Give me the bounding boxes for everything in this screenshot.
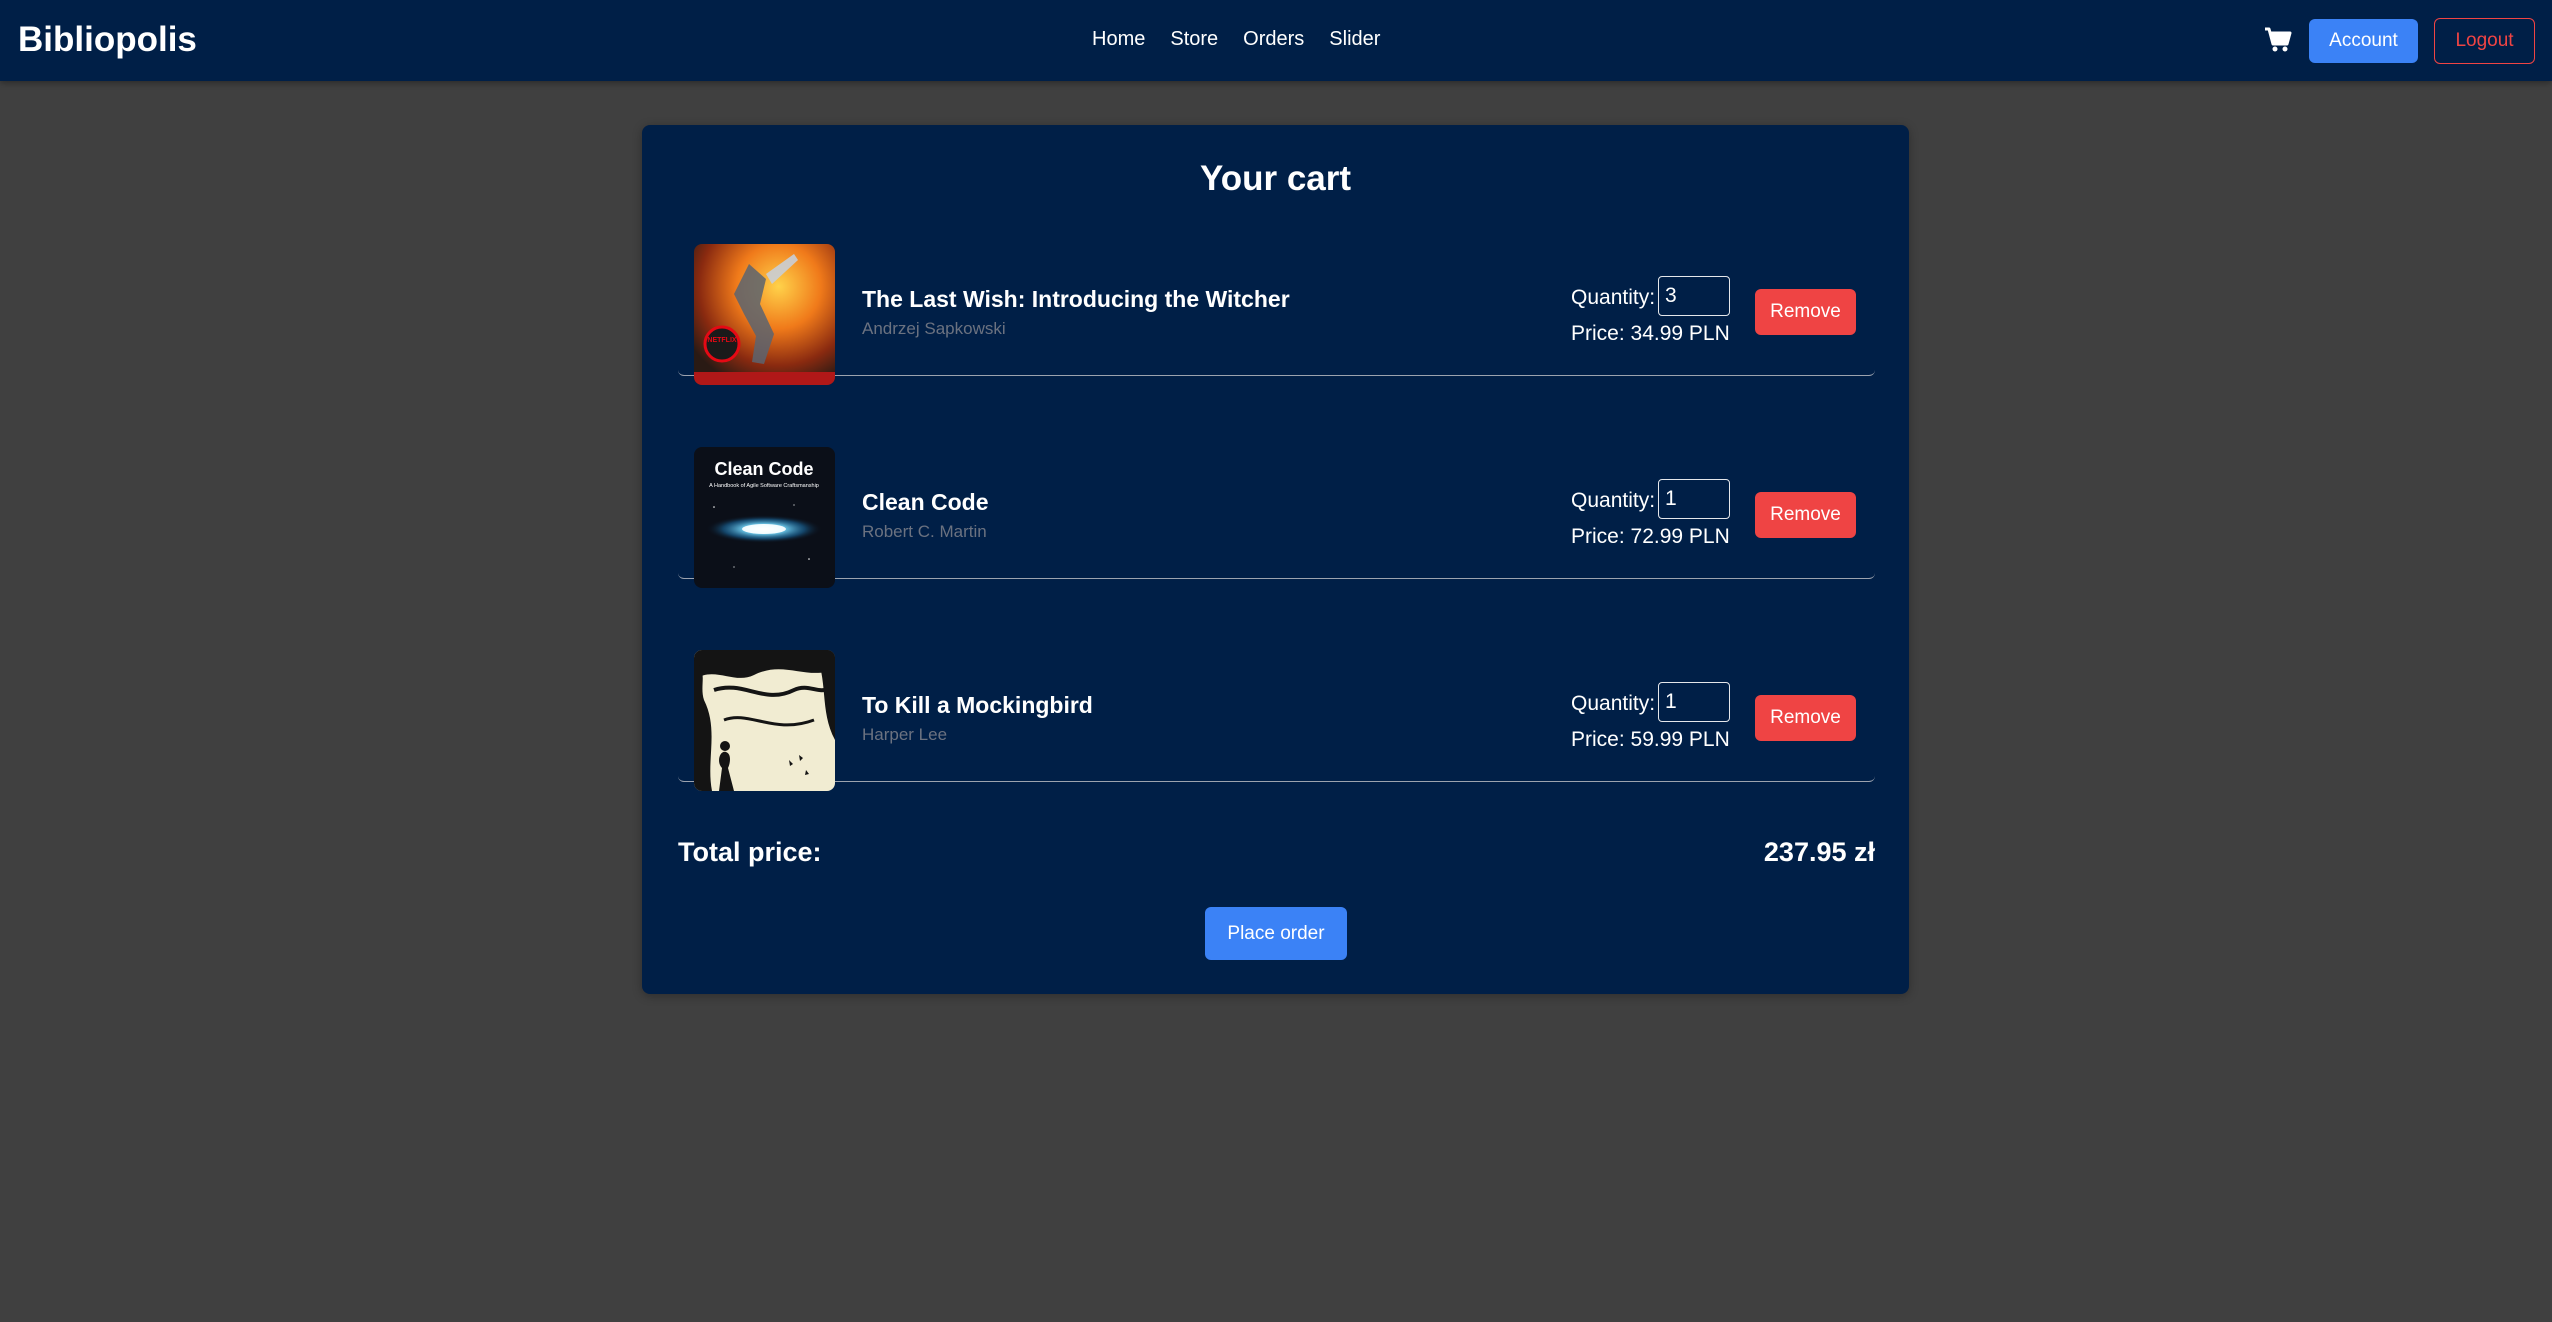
quantity-label: Quantity: bbox=[1571, 489, 1656, 512]
shopping-cart-icon[interactable] bbox=[2264, 27, 2292, 53]
item-author: Harper Lee bbox=[862, 725, 948, 744]
navbar: Bibliopolis Home Store Orders Slider Acc… bbox=[0, 0, 2552, 81]
account-button[interactable]: Account bbox=[2309, 19, 2418, 63]
cart-item: To Kill a Mockingbird Harper Lee Quantit… bbox=[678, 630, 1875, 791]
cart-item: NETFLIX The Last Wish: Introducing the W… bbox=[678, 224, 1875, 385]
cart-panel: Your cart NETFLIX The Last Wish: Introdu… bbox=[642, 125, 1909, 994]
quantity-label: Quantity: bbox=[1571, 286, 1656, 309]
remove-button[interactable]: Remove bbox=[1755, 695, 1856, 741]
quantity-input[interactable] bbox=[1658, 682, 1730, 722]
cover-badge-text: NETFLIX bbox=[707, 337, 736, 344]
place-order-button[interactable]: Place order bbox=[1205, 907, 1347, 960]
brand-logo[interactable]: Bibliopolis bbox=[18, 20, 197, 60]
cover-title-text: Clean Code bbox=[714, 459, 813, 479]
quantity-input[interactable] bbox=[1658, 276, 1730, 316]
book-cover-image bbox=[694, 650, 835, 791]
item-price: Price: 34.99 PLN bbox=[1571, 322, 1730, 345]
item-title[interactable]: To Kill a Mockingbird bbox=[862, 692, 1093, 719]
cart-item: Clean Code A Handbook of Agile Software … bbox=[678, 427, 1875, 588]
item-title[interactable]: Clean Code bbox=[862, 489, 989, 516]
nav-link-store[interactable]: Store bbox=[1170, 28, 1218, 51]
nav-link-orders[interactable]: Orders bbox=[1243, 28, 1304, 51]
total-price-label: Total price: bbox=[678, 837, 822, 867]
nav-link-home[interactable]: Home bbox=[1092, 28, 1145, 51]
total-price-value: 237.95 zł bbox=[1763, 837, 1875, 867]
item-price: Price: 72.99 PLN bbox=[1571, 525, 1730, 548]
remove-button[interactable]: Remove bbox=[1755, 492, 1856, 538]
cover-subtitle-text: A Handbook of Agile Software Craftsmansh… bbox=[709, 483, 819, 489]
quantity-input[interactable] bbox=[1658, 479, 1730, 519]
item-author: Robert C. Martin bbox=[862, 522, 987, 541]
quantity-label: Quantity: bbox=[1571, 692, 1656, 715]
logout-button[interactable]: Logout bbox=[2434, 18, 2535, 64]
nav-link-slider[interactable]: Slider bbox=[1329, 28, 1380, 51]
book-cover-image: NETFLIX bbox=[694, 244, 835, 385]
nav-links: Home Store Orders Slider bbox=[1092, 28, 1405, 51]
book-cover-image: Clean Code A Handbook of Agile Software … bbox=[694, 447, 835, 588]
page-title: Your cart bbox=[1199, 159, 1352, 198]
remove-button[interactable]: Remove bbox=[1755, 289, 1856, 335]
item-title[interactable]: The Last Wish: Introducing the Witcher bbox=[862, 286, 1290, 313]
item-price: Price: 59.99 PLN bbox=[1571, 728, 1730, 751]
item-author: Andrzej Sapkowski bbox=[862, 319, 1006, 338]
